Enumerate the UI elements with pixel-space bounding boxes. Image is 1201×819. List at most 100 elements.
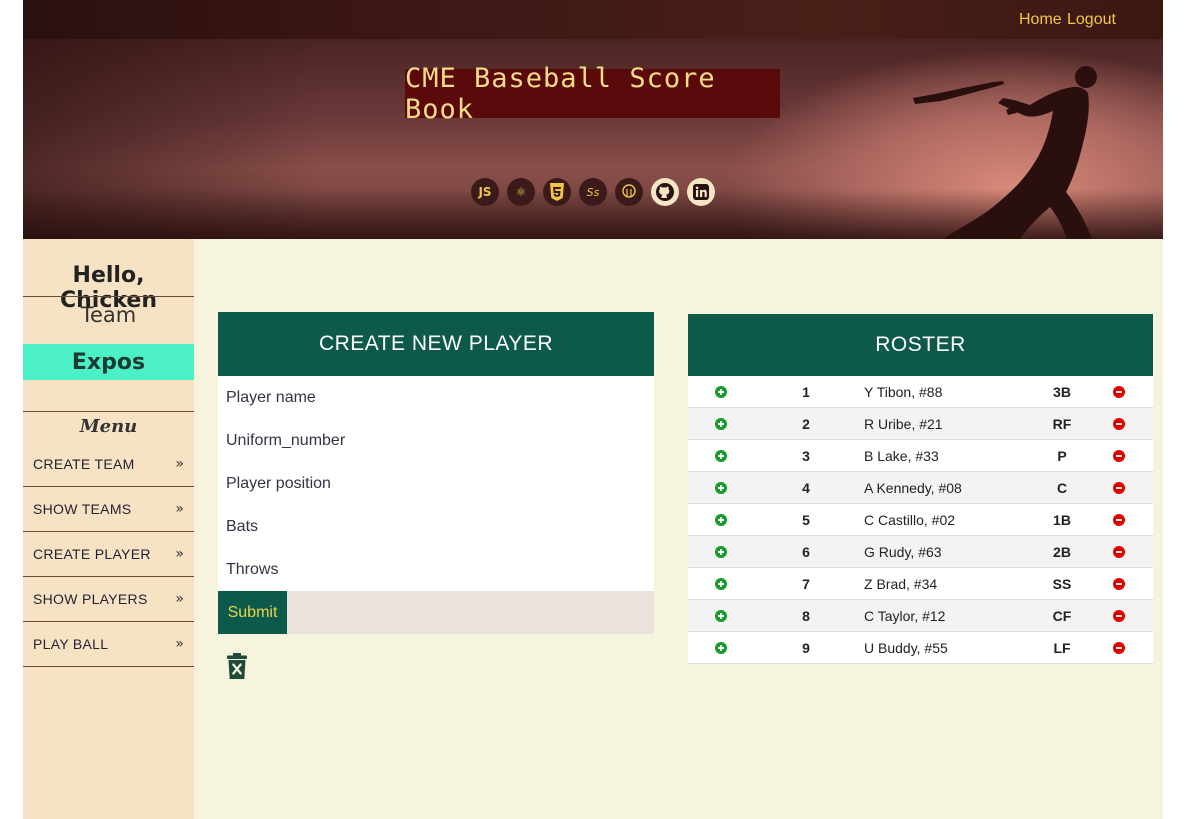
add-circle-icon[interactable] xyxy=(715,385,727,401)
html5-icon xyxy=(543,178,571,206)
menu-item-play-ball[interactable]: PLAY BALL » xyxy=(23,622,194,667)
player-position: SS xyxy=(1052,576,1072,592)
main-content: CREATE NEW PLAYER Player name Uniform_nu… xyxy=(194,239,1163,819)
bats-field[interactable]: Bats xyxy=(218,505,654,548)
linkedin-icon[interactable] xyxy=(687,178,715,206)
player-name: Y Tibon, #88 xyxy=(864,384,943,400)
add-circle-icon[interactable] xyxy=(715,577,727,593)
menu-item-label: CREATE TEAM xyxy=(33,456,135,472)
add-circle-icon[interactable] xyxy=(715,641,727,657)
batting-order: 7 xyxy=(802,576,810,592)
player-position: CF xyxy=(1052,608,1072,624)
form-title: CREATE NEW PLAYER xyxy=(218,312,654,376)
sidebar: Hello, Chicken Team Expos Menu CREATE TE… xyxy=(23,239,194,819)
github-icon[interactable] xyxy=(651,178,679,206)
uniform-number-field[interactable]: Uniform_number xyxy=(218,419,654,462)
player-position: 3B xyxy=(1053,384,1071,400)
remove-circle-icon[interactable] xyxy=(1113,641,1125,657)
menu-item-label: SHOW TEAMS xyxy=(33,501,132,517)
batting-order: 2 xyxy=(802,416,810,432)
home-link[interactable]: Home xyxy=(1019,11,1062,29)
double-chevron-right-icon: » xyxy=(175,591,184,607)
submit-row: Submit xyxy=(218,591,654,634)
batter-silhouette xyxy=(913,66,1097,239)
batting-order: 5 xyxy=(802,512,810,528)
batting-order: 6 xyxy=(802,544,810,560)
sass-icon: Ss xyxy=(579,178,607,206)
roster-row: 2 R Uribe, #21 RF xyxy=(688,408,1153,440)
menu-item-create-player[interactable]: CREATE PLAYER » xyxy=(23,532,194,577)
player-position: 2B xyxy=(1053,544,1071,560)
menu-item-label: PLAY BALL xyxy=(33,636,109,652)
player-name: U Buddy, #55 xyxy=(864,640,948,656)
player-position: C xyxy=(1056,480,1068,496)
double-chevron-right-icon: » xyxy=(175,456,184,472)
remove-circle-icon[interactable] xyxy=(1113,609,1125,625)
roster-rows: 1 Y Tibon, #88 3B 2 R Uribe, #21 RF 3 B Lake, #… xyxy=(688,376,1153,664)
batting-order: 4 xyxy=(802,480,810,496)
remove-circle-icon[interactable] xyxy=(1113,449,1125,465)
add-circle-icon[interactable] xyxy=(715,513,727,529)
delete-trash-icon[interactable] xyxy=(227,653,247,683)
team-name[interactable]: Expos xyxy=(23,344,194,380)
roster-row: 4 A Kennedy, #08 C xyxy=(688,472,1153,504)
player-name-field[interactable]: Player name xyxy=(218,376,654,419)
remove-circle-icon[interactable] xyxy=(1113,481,1125,497)
menu-item-create-team[interactable]: CREATE TEAM » xyxy=(23,442,194,487)
double-chevron-right-icon: » xyxy=(175,636,184,652)
player-position: LF xyxy=(1053,640,1071,656)
roster-row: 3 B Lake, #33 P xyxy=(688,440,1153,472)
player-name: C Taylor, #12 xyxy=(864,608,946,624)
app-title: CME Baseball Score Book xyxy=(405,62,716,125)
remove-circle-icon[interactable] xyxy=(1113,577,1125,593)
roster-row: 6 G Rudy, #63 2B xyxy=(688,536,1153,568)
hero-banner: CME Baseball Score Book JS ⚛ Ss xyxy=(23,39,1163,239)
roster-row: 1 Y Tibon, #88 3B xyxy=(688,376,1153,408)
batting-order: 8 xyxy=(802,608,810,624)
add-circle-icon[interactable] xyxy=(715,417,727,433)
logout-link[interactable]: Logout xyxy=(1067,11,1116,29)
player-name: A Kennedy, #08 xyxy=(864,480,962,496)
team-label: Team xyxy=(80,303,137,327)
player-name: C Castillo, #02 xyxy=(864,512,956,528)
batting-order: 1 xyxy=(802,384,810,400)
add-circle-icon[interactable] xyxy=(715,545,727,561)
javascript-icon: JS xyxy=(471,178,499,206)
player-name: B Lake, #33 xyxy=(864,448,939,464)
app: Home Logout CME Baseball Score Book JS ⚛… xyxy=(23,0,1163,819)
create-player-form: CREATE NEW PLAYER Player name Uniform_nu… xyxy=(218,312,654,634)
player-name: Z Brad, #34 xyxy=(864,576,938,592)
roster-row: 9 U Buddy, #55 LF xyxy=(688,632,1153,664)
roster-row: 7 Z Brad, #34 SS xyxy=(688,568,1153,600)
top-nav: Home Logout xyxy=(23,0,1163,39)
roster-title: ROSTER xyxy=(688,314,1153,376)
player-position: 1B xyxy=(1053,512,1071,528)
menu-item-label: SHOW PLAYERS xyxy=(33,591,148,607)
menu-title: Menu xyxy=(79,416,138,437)
roster-table: ROSTER 1 Y Tibon, #88 3B 2 R Uribe, #21 RF 3 B … xyxy=(688,314,1153,664)
divider xyxy=(23,411,194,412)
add-circle-icon[interactable] xyxy=(715,481,727,497)
player-position-field[interactable]: Player position xyxy=(218,462,654,505)
add-circle-icon[interactable] xyxy=(715,609,727,625)
menu-item-show-players[interactable]: SHOW PLAYERS » xyxy=(23,577,194,622)
divider xyxy=(23,296,194,297)
postgresql-icon xyxy=(615,178,643,206)
submit-button[interactable]: Submit xyxy=(218,591,287,634)
roster-row: 8 C Taylor, #12 CF xyxy=(688,600,1153,632)
app-title-box: CME Baseball Score Book xyxy=(405,63,780,125)
remove-circle-icon[interactable] xyxy=(1113,417,1125,433)
menu-item-show-teams[interactable]: SHOW TEAMS » xyxy=(23,487,194,532)
player-name: R Uribe, #21 xyxy=(864,416,943,432)
add-circle-icon[interactable] xyxy=(715,449,727,465)
player-position: P xyxy=(1057,448,1067,464)
double-chevron-right-icon: » xyxy=(175,501,184,517)
batting-order: 3 xyxy=(802,448,810,464)
remove-circle-icon[interactable] xyxy=(1113,385,1125,401)
remove-circle-icon[interactable] xyxy=(1113,513,1125,529)
react-icon: ⚛ xyxy=(507,178,535,206)
batting-order: 9 xyxy=(802,640,810,656)
roster-row: 5 C Castillo, #02 1B xyxy=(688,504,1153,536)
throws-field[interactable]: Throws xyxy=(218,548,654,591)
remove-circle-icon[interactable] xyxy=(1113,545,1125,561)
